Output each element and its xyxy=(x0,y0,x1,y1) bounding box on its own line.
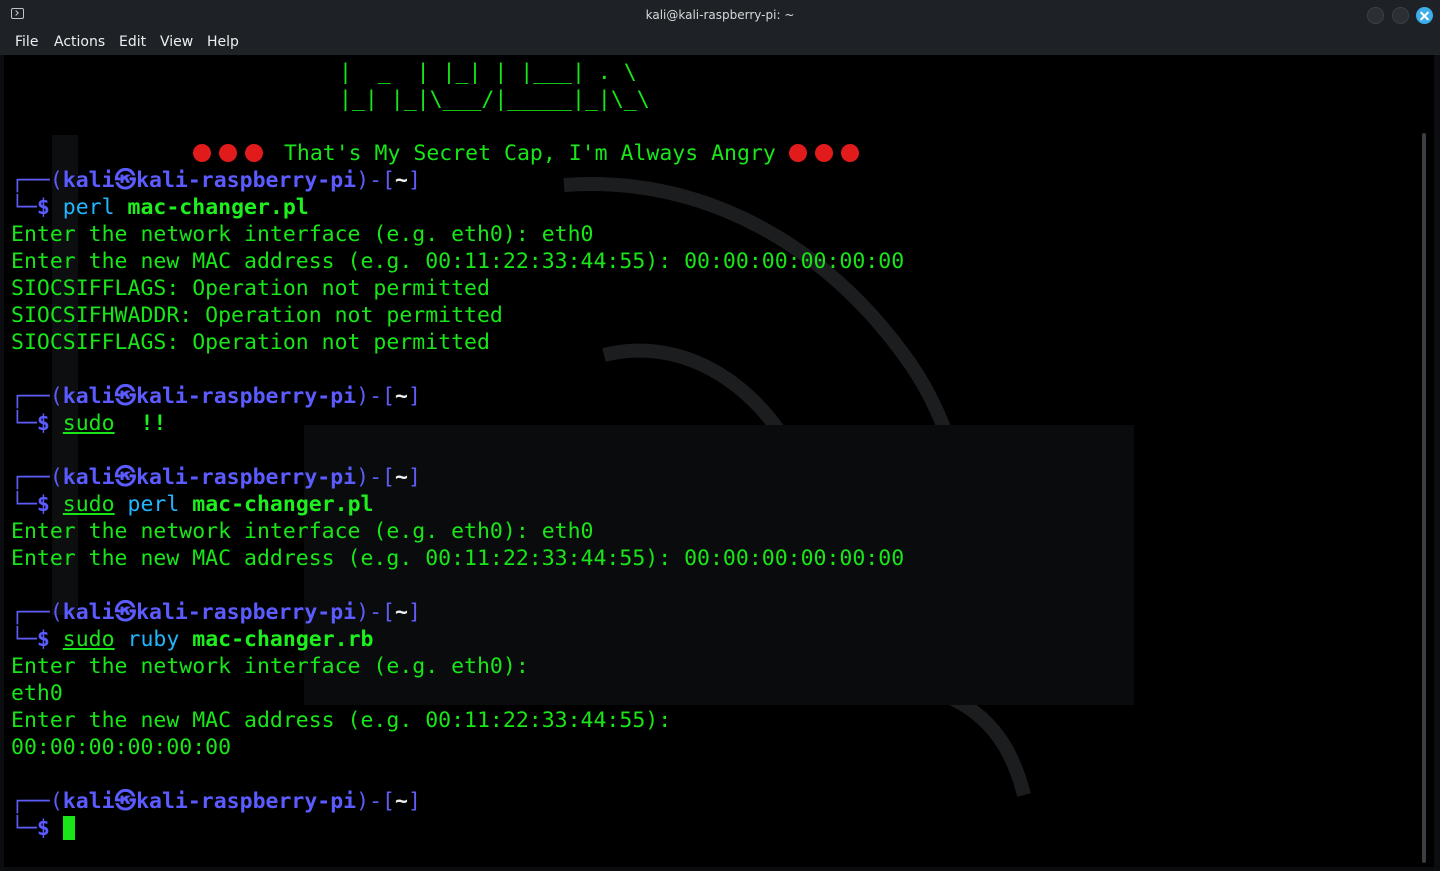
menu-bar: File Actions Edit View Help xyxy=(0,30,1440,55)
maximize-button[interactable] xyxy=(1392,7,1409,24)
banner-ascii-line: | _ | |_| | |___| . \ xyxy=(339,60,637,85)
red-dot-icon xyxy=(219,144,237,162)
menu-view[interactable]: View xyxy=(160,34,193,50)
output-line: Enter the network interface (e.g. eth0):… xyxy=(11,519,594,544)
command-line: └─$ sudo !! xyxy=(11,411,167,436)
terminal-area[interactable]: | _ | |_| | |___| . \ |_| |_|\___/|_____… xyxy=(4,55,1434,867)
output-line: Enter the new MAC address (e.g. 00:11:22… xyxy=(11,249,905,274)
terminal-window: kali@kali-raspberry-pi: ~ File Actions E… xyxy=(0,0,1440,871)
title-bar[interactable]: kali@kali-raspberry-pi: ~ xyxy=(0,0,1440,30)
output-line: Enter the network interface (e.g. eth0):… xyxy=(11,222,594,247)
menu-file[interactable]: File xyxy=(15,34,38,50)
command-line: └─$ perl mac-changer.pl xyxy=(11,195,309,220)
menu-edit[interactable]: Edit xyxy=(119,34,146,50)
menu-actions[interactable]: Actions xyxy=(54,34,105,50)
output-line: Enter the network interface (e.g. eth0): xyxy=(11,654,529,679)
output-line: SIOCSIFFLAGS: Operation not permitted xyxy=(11,276,490,301)
red-dot-icon xyxy=(193,144,211,162)
red-dot-icon xyxy=(840,144,859,162)
prompt-line: ┌──(kali㉿kali-raspberry-pi)-[~] xyxy=(11,384,421,409)
output-line: eth0 xyxy=(11,681,63,706)
scrollbar[interactable] xyxy=(1422,133,1426,863)
output-line: SIOCSIFFLAGS: Operation not permitted xyxy=(11,330,490,355)
output-line: 00:00:00:00:00:00 xyxy=(11,735,232,760)
minimize-button[interactable] xyxy=(1367,7,1384,24)
red-dot-icon xyxy=(814,144,833,162)
command-input-line[interactable]: └─$ xyxy=(11,815,75,842)
command-line: └─$ sudo ruby mac-changer.rb xyxy=(11,627,374,652)
banner-message: That's My Secret Cap, I'm Always Angry xyxy=(193,140,867,167)
prompt-line: ┌──(kali㉿kali-raspberry-pi)-[~] xyxy=(11,600,421,625)
prompt-line: ┌──(kali㉿kali-raspberry-pi)-[~] xyxy=(11,168,421,193)
red-dot-icon xyxy=(788,144,807,162)
output-line: Enter the new MAC address (e.g. 00:11:22… xyxy=(11,546,905,571)
banner-text: That's My Secret Cap, I'm Always Angry xyxy=(271,141,789,166)
close-button[interactable] xyxy=(1416,7,1433,24)
prompt-line: ┌──(kali㉿kali-raspberry-pi)-[~] xyxy=(11,789,421,814)
text-cursor[interactable] xyxy=(62,816,75,840)
prompt-line: ┌──(kali㉿kali-raspberry-pi)-[~] xyxy=(11,465,421,490)
window-title: kali@kali-raspberry-pi: ~ xyxy=(645,8,795,22)
red-dot-icon xyxy=(245,144,263,162)
menu-help[interactable]: Help xyxy=(207,34,239,50)
banner-ascii-line: |_| |_|\___/|_____|_|\_\ xyxy=(339,87,650,112)
command-line: └─$ sudo perl mac-changer.pl xyxy=(11,492,374,517)
output-line: Enter the new MAC address (e.g. 00:11:22… xyxy=(11,708,672,733)
output-line: SIOCSIFHWADDR: Operation not permitted xyxy=(11,303,503,328)
